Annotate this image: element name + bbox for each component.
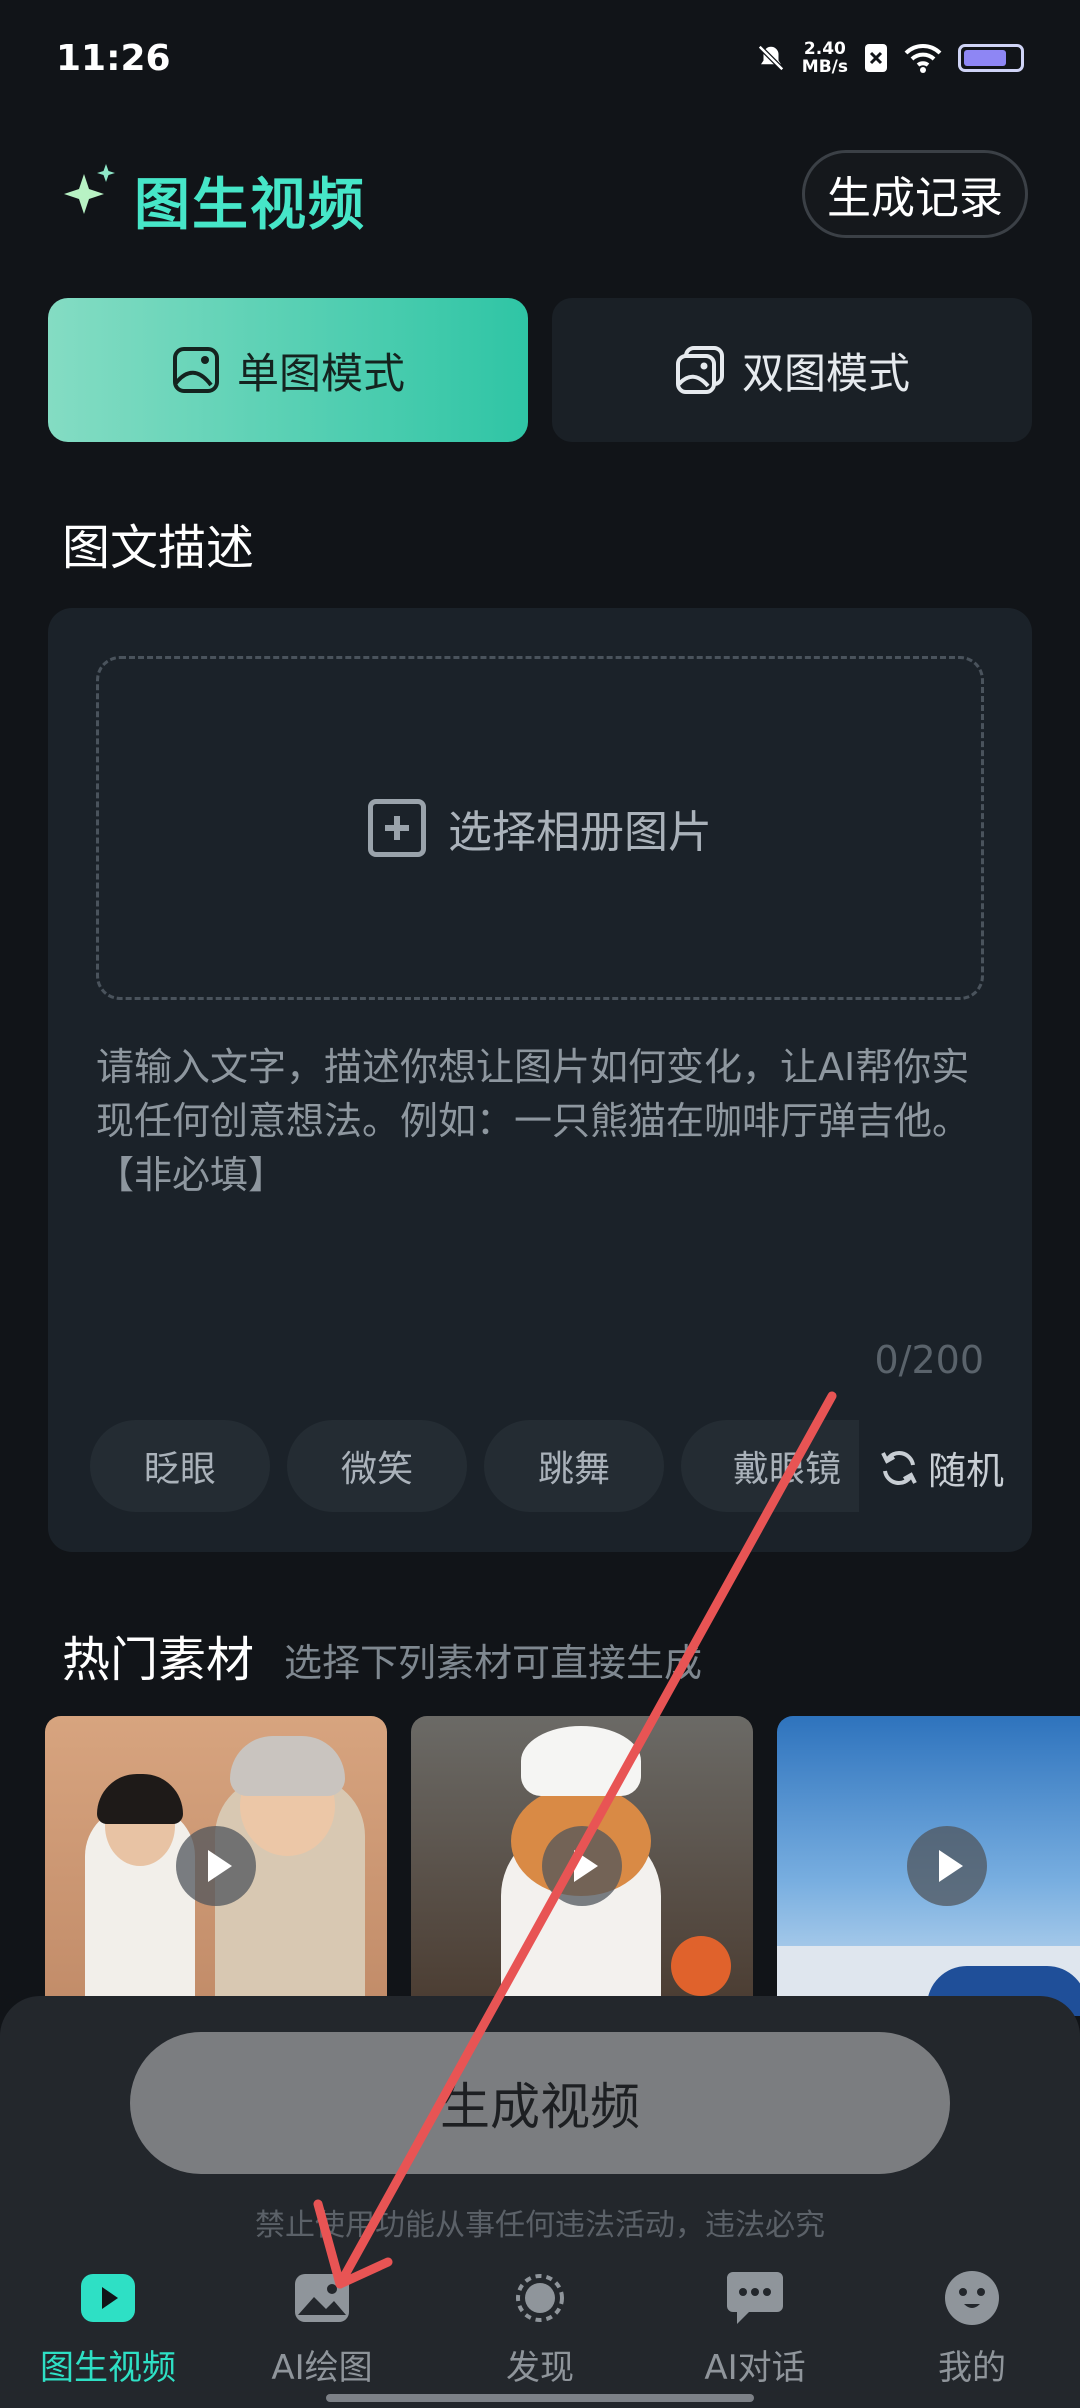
- discover-icon: [510, 2270, 570, 2326]
- play-icon: [542, 1826, 622, 1906]
- chip-blink[interactable]: 眨眼: [90, 1420, 270, 1512]
- speed-value: 2.40: [803, 39, 846, 59]
- tab-single-label: 单图模式: [236, 348, 405, 398]
- page-title: 图生视频: [134, 173, 366, 238]
- material-thumbnail[interactable]: [777, 1716, 1080, 2016]
- section-title-hot: 热门素材: [62, 1632, 255, 1688]
- wifi-icon: [904, 43, 942, 73]
- nav-label: 发现: [506, 2348, 574, 2388]
- video-play-icon: [78, 2270, 138, 2326]
- nav-label: 我的: [938, 2348, 1006, 2388]
- tab-double-image[interactable]: 双图模式: [552, 298, 1032, 442]
- section-title-description: 图文描述: [62, 520, 255, 576]
- chip-smile[interactable]: 微笑: [287, 1420, 467, 1512]
- nav-item-image-to-video[interactable]: 图生视频: [8, 2270, 208, 2389]
- legal-notice: 禁止使用功能从事任何违法活动，违法必究: [255, 2208, 825, 2243]
- nav-item-discover[interactable]: 发现: [440, 2270, 640, 2389]
- tab-double-label: 双图模式: [741, 348, 910, 398]
- material-thumbnail[interactable]: [45, 1716, 387, 2016]
- nav-label: AI对话: [704, 2348, 806, 2388]
- upload-label: 选择相册图片: [448, 807, 712, 858]
- home-indicator: [326, 2394, 754, 2402]
- double-image-icon: [675, 346, 724, 394]
- generate-video-button[interactable]: 生成视频: [130, 2032, 950, 2174]
- speed-unit: MB/s: [801, 57, 848, 77]
- refresh-icon: [881, 1450, 917, 1485]
- chat-icon: [725, 2270, 785, 2326]
- nav-item-ai-drawing[interactable]: AI绘图: [222, 2270, 422, 2389]
- network-speed: 2.40 MB/s: [802, 40, 848, 76]
- battery-icon: [958, 44, 1024, 72]
- sparkle-icon: [64, 164, 115, 214]
- upload-image-button[interactable]: 选择相册图片: [96, 656, 984, 1000]
- tab-single-image[interactable]: 单图模式: [48, 298, 528, 442]
- section-subtitle-hot: 选择下列素材可直接生成: [284, 1641, 703, 1685]
- image-icon: [292, 2270, 352, 2326]
- history-button[interactable]: 生成记录: [802, 150, 1028, 238]
- play-icon: [176, 1826, 256, 1906]
- chip-dance[interactable]: 跳舞: [484, 1420, 664, 1512]
- random-label: 随机: [928, 1449, 1005, 1493]
- battery-level: [964, 50, 1007, 66]
- char-counter: 0/200: [874, 1338, 984, 1382]
- prompt-textarea[interactable]: 请输入文字，描述你想让图片如何变化，让AI帮你实现任何创意想法。例如：一只熊猫在…: [96, 1040, 986, 1202]
- nav-item-ai-chat[interactable]: AI对话: [655, 2270, 855, 2389]
- sim-x-icon: [865, 44, 887, 72]
- status-time: 11:26: [56, 38, 171, 79]
- nav-label: 图生视频: [40, 2348, 176, 2388]
- chip-glasses[interactable]: 戴眼镜: [681, 1420, 859, 1512]
- single-image-icon: [172, 347, 219, 393]
- mute-icon: [757, 44, 784, 72]
- material-thumbnail[interactable]: [411, 1716, 753, 2016]
- profile-icon: [942, 2270, 1002, 2326]
- nav-item-profile[interactable]: 我的: [872, 2270, 1072, 2389]
- nav-label: AI绘图: [271, 2348, 373, 2388]
- play-icon: [907, 1826, 987, 1906]
- random-button[interactable]: 随机: [878, 1440, 1004, 1495]
- add-icon: [368, 799, 426, 857]
- status-icons: 2.40 MB/s: [756, 40, 1024, 76]
